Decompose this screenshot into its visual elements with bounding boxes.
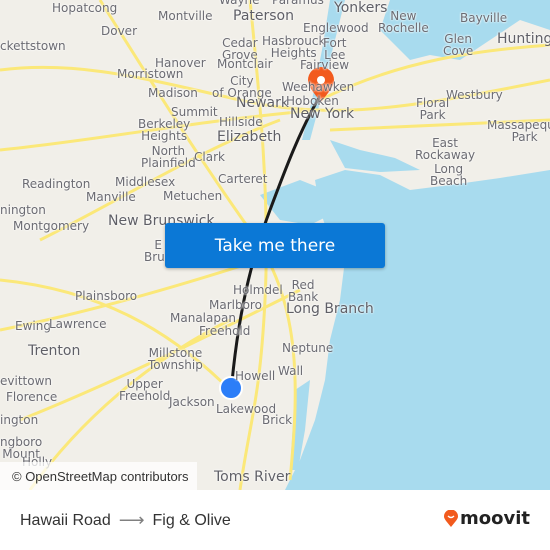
place-label: Elizabeth — [217, 129, 282, 145]
place-label: New York — [290, 106, 355, 122]
origin-name: Hawaii Road — [20, 511, 111, 529]
place-label: Paramus — [272, 0, 324, 7]
place-label: Berkeley Heights — [138, 117, 191, 143]
place-label: Freehold — [199, 324, 251, 338]
place-label: Hasbrouck Heights — [262, 34, 326, 60]
place-label: Fairview — [300, 58, 350, 72]
place-label: Holmdel — [233, 283, 283, 297]
map-attribution[interactable]: © OpenStreetMap contributors — [0, 462, 197, 490]
place-label: Englewood — [303, 21, 369, 35]
place-label: Manville — [86, 190, 136, 204]
take-me-there-button[interactable]: Take me there — [165, 223, 385, 268]
moovit-pin-icon — [444, 509, 458, 527]
place-label: Marlboro — [209, 298, 262, 312]
place-label: Ewing — [15, 319, 51, 333]
footer: Hawaii Road ⟶ Fig & Olive moovit — [0, 490, 550, 550]
place-label: Jackson — [169, 395, 215, 409]
place-label: Manalapan — [170, 311, 236, 325]
place-label: Morristown — [117, 67, 184, 81]
place-label: Long Beach — [430, 162, 468, 188]
place-label: evittown — [0, 374, 52, 388]
place-label: Montville — [158, 9, 213, 23]
destination-name: Fig & Olive — [152, 511, 231, 529]
place-label: New Rochelle — [378, 9, 429, 35]
jamaica-bay — [330, 140, 420, 172]
place-label: ington — [0, 413, 39, 427]
place-label: Trenton — [28, 343, 81, 359]
place-label: Red Bank — [288, 278, 319, 304]
place-label: Glen Cove — [443, 32, 474, 58]
arrow-right-icon: ⟶ — [118, 510, 145, 530]
place-label: Lawrence — [49, 317, 107, 331]
place-label: Millstone Township — [148, 346, 203, 372]
place-label: Bayville — [460, 11, 508, 25]
place-label: Howell — [235, 369, 276, 383]
place-label: Florence — [6, 390, 58, 404]
place-label: Westbury — [446, 88, 503, 102]
place-label: Madison — [148, 86, 198, 100]
place-label: Hillside — [219, 115, 263, 129]
place-label: Middlesex — [115, 175, 176, 189]
map[interactable]: Hopatcong Montville Wayne Paramus Paterson Yo… — [0, 0, 550, 490]
place-label: Newark — [236, 95, 289, 111]
place-label: Floral Park — [416, 96, 450, 122]
place-label: Upper Freehold — [119, 377, 171, 403]
place-label: nington — [0, 203, 46, 217]
place-label: MassapequaPark — [487, 118, 550, 144]
place-label: Montclair — [217, 57, 273, 71]
place-label: Wayne — [219, 0, 260, 7]
place-label: Wall — [278, 364, 304, 378]
place-label: Plainsboro — [75, 289, 138, 303]
ocean — [285, 170, 550, 490]
place-label: Neptune — [282, 341, 334, 355]
place-label: Carteret — [218, 172, 268, 186]
place-label: Readington — [22, 177, 91, 191]
moovit-logo[interactable]: moovit — [444, 508, 530, 529]
place-label: Toms River — [214, 469, 291, 485]
place-label: Metuchen — [163, 189, 223, 203]
place-label: Brick — [262, 413, 293, 427]
place-label: Huntingt — [497, 31, 550, 47]
place-label: Hopatcong — [52, 1, 118, 15]
place-label: North Plainfield — [141, 144, 196, 170]
moovit-logo-text: moovit — [460, 508, 530, 529]
place-label: ckettstown — [0, 39, 66, 53]
place-label: Weehawken — [282, 80, 355, 94]
place-label: East Rockaway — [415, 136, 476, 162]
place-label: Montgomery — [13, 219, 90, 233]
place-label: Clark — [194, 150, 225, 164]
place-label: Long Branch — [286, 301, 374, 317]
route-summary: Hawaii Road ⟶ Fig & Olive — [20, 510, 231, 531]
place-label: Paterson — [233, 8, 294, 24]
place-label: Dover — [101, 24, 137, 38]
